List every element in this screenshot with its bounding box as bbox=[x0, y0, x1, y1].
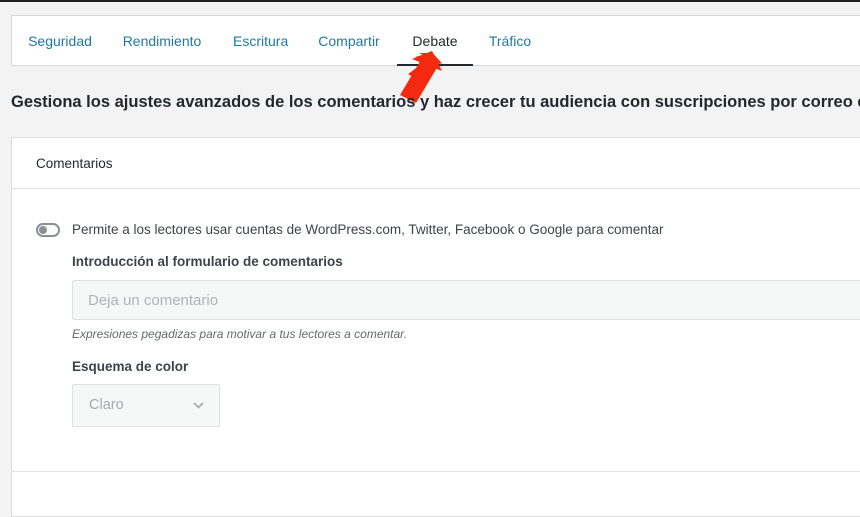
page-intro: Gestiona los ajustes avanzados de los co… bbox=[11, 93, 860, 111]
color-scheme-label: Esquema de color bbox=[72, 359, 189, 374]
card-divider bbox=[12, 471, 860, 472]
tab-rendimiento[interactable]: Rendimiento bbox=[122, 16, 202, 66]
comment-intro-label: Introducción al formulario de comentario… bbox=[72, 254, 343, 269]
tab-compartir[interactable]: Compartir bbox=[317, 16, 381, 66]
chevron-down-icon bbox=[193, 402, 204, 409]
top-bar bbox=[0, 0, 860, 2]
tab-trafico[interactable]: Tráfico bbox=[488, 16, 532, 66]
color-scheme-select[interactable]: Claro bbox=[72, 384, 220, 427]
toggle-knob bbox=[39, 226, 47, 234]
comment-intro-help: Expresiones pegadizas para motivar a tus… bbox=[72, 327, 408, 341]
tab-seguridad[interactable]: Seguridad bbox=[27, 16, 93, 66]
comments-card: Comentarios Permite a los lectores usar … bbox=[11, 137, 860, 517]
card-title: Comentarios bbox=[12, 138, 860, 189]
tab-escritura[interactable]: Escritura bbox=[233, 16, 288, 66]
social-login-toggle[interactable] bbox=[36, 223, 60, 237]
comment-intro-input[interactable] bbox=[72, 280, 860, 320]
color-scheme-value: Claro bbox=[89, 397, 124, 413]
social-login-toggle-label[interactable]: Permite a los lectores usar cuentas de W… bbox=[72, 221, 664, 239]
